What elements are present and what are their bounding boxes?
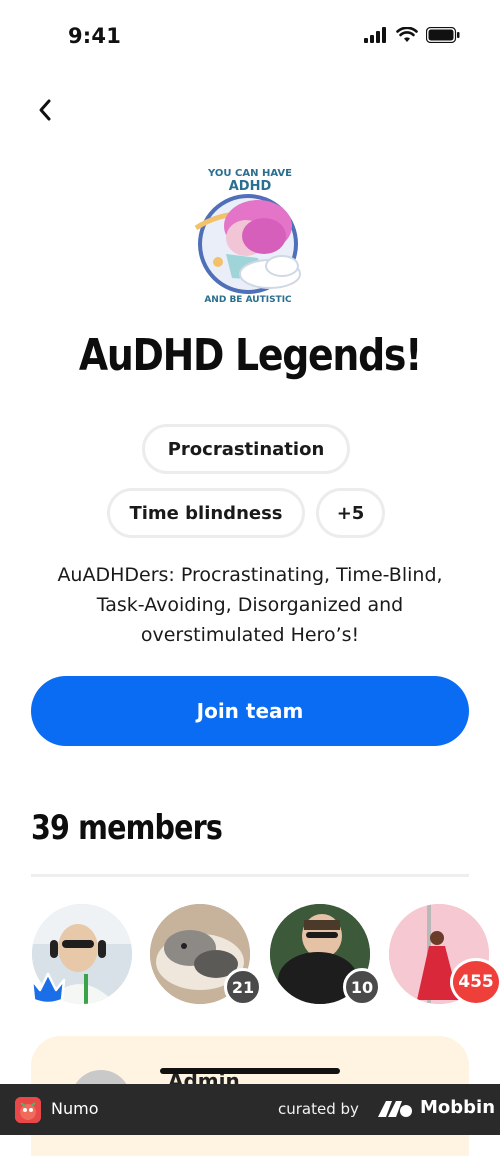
home-indicator [160, 1068, 340, 1074]
tag-chip-more[interactable]: +5 [316, 488, 385, 538]
chevron-left-icon [39, 99, 51, 121]
admin-crown-icon [28, 970, 68, 1006]
members-title: 39 members [31, 808, 223, 848]
members-divider [31, 874, 469, 877]
join-team-button[interactable]: Join team [31, 676, 469, 746]
wifi-icon [396, 27, 418, 42]
team-title: AuDHD Legends! [78, 330, 422, 381]
member-streak-badge: 10 [343, 968, 381, 1006]
curated-by-label: curated by [278, 1100, 359, 1118]
footer-bar: Numo curated by Mobbin [0, 1084, 500, 1135]
tag-chip-procrastination[interactable]: Procrastination [142, 424, 350, 474]
status-time: 9:41 [68, 24, 122, 48]
mobbin-logo-icon [378, 1101, 412, 1117]
signal-icon [364, 27, 386, 43]
team-logo: YOU CAN HAVE ADHD AND BE AUTISTIC [186, 158, 314, 312]
svg-text:AND BE AUTISTIC: AND BE AUTISTIC [204, 295, 292, 305]
app-icon [15, 1097, 41, 1123]
member-streak-badge: 21 [224, 968, 262, 1006]
svg-text:YOU CAN HAVE: YOU CAN HAVE [207, 168, 292, 179]
team-logo-illustration: YOU CAN HAVE ADHD AND BE AUTISTIC [194, 168, 301, 305]
app-name: Numo [51, 1099, 99, 1118]
team-description: AuADHDers: Procrastinating, Time-Blind, … [57, 564, 443, 646]
svg-text:ADHD: ADHD [229, 179, 272, 194]
battery-icon [426, 27, 460, 43]
back-button[interactable] [28, 92, 62, 128]
member-streak-badge: 455 [450, 958, 500, 1006]
status-icons [364, 27, 460, 43]
tag-chip-time-blindness[interactable]: Time blindness [107, 488, 305, 538]
status-bar: 9:41 [0, 0, 500, 76]
brand-name: Mobbin [420, 1097, 496, 1118]
